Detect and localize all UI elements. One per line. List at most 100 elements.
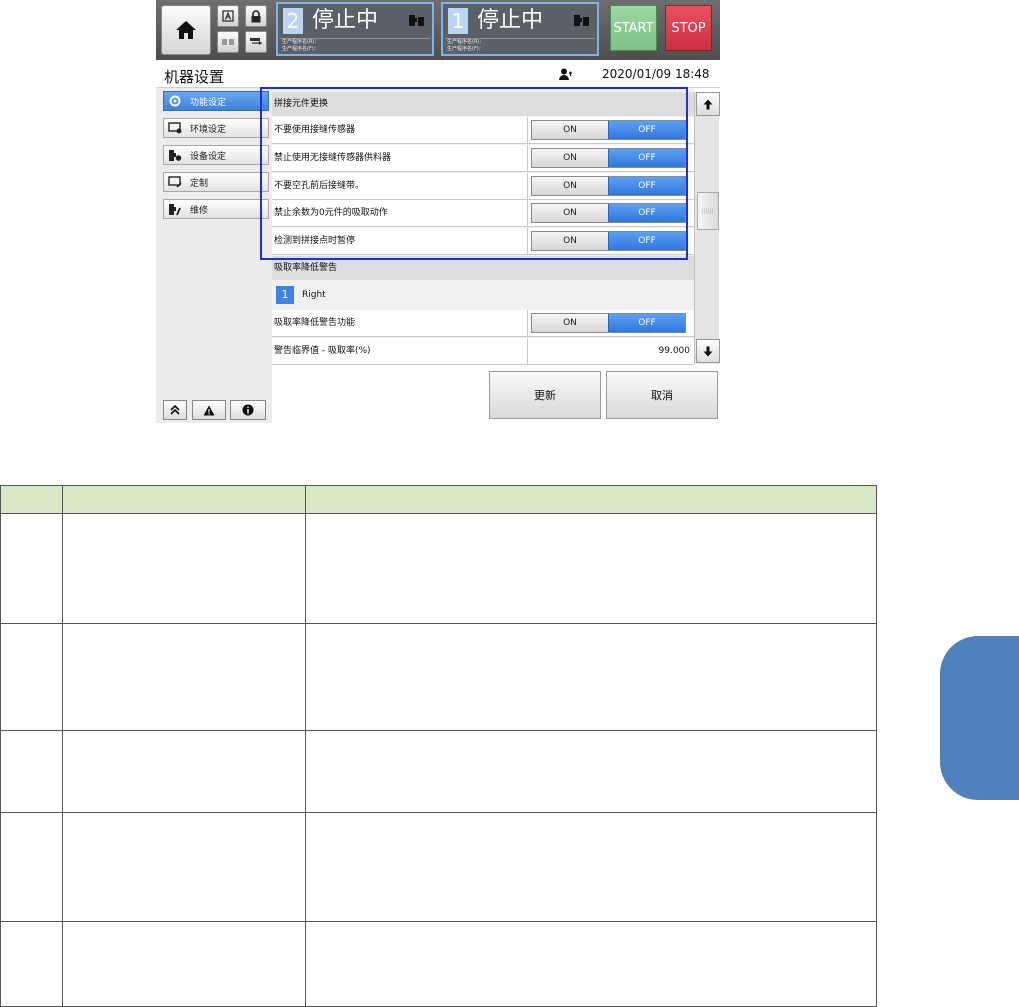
setting-row: 警告临界值 - 吸取率(%) 99.000: [272, 338, 694, 365]
on-off-toggle: ON OFF: [531, 203, 686, 223]
on-off-toggle: ON OFF: [531, 313, 686, 333]
on-option[interactable]: ON: [532, 232, 608, 250]
lane-program-info: 生产程序名(R)： 生产程序名(F)：: [445, 38, 595, 54]
collapse-button[interactable]: [163, 400, 187, 420]
on-option[interactable]: ON: [532, 314, 608, 332]
off-option[interactable]: OFF: [608, 177, 685, 195]
table-header-cell: [0, 485, 63, 514]
lane-number: 1: [448, 8, 468, 34]
on-option[interactable]: ON: [532, 121, 608, 139]
setting-row: 检测到拼接点时暂停 ON OFF: [272, 228, 694, 255]
lane-name: Right: [302, 290, 326, 300]
on-off-toggle: ON OFF: [531, 176, 686, 196]
operator-button[interactable]: [217, 31, 239, 53]
table-cell: [305, 623, 877, 731]
setting-control: ON OFF: [527, 117, 694, 143]
table-cell: [305, 513, 877, 624]
datetime: 2020/01/09 18:48: [602, 67, 710, 81]
setting-control: ON OFF: [527, 228, 694, 254]
warning-button[interactable]: [192, 400, 226, 420]
table-cell: [62, 812, 306, 922]
on-option[interactable]: ON: [532, 177, 608, 195]
off-option[interactable]: OFF: [608, 149, 685, 167]
machine-wrench-icon: [169, 203, 181, 215]
table-cell: [62, 513, 306, 624]
off-option[interactable]: OFF: [608, 121, 685, 139]
on-option[interactable]: ON: [532, 149, 608, 167]
off-option[interactable]: OFF: [608, 204, 685, 222]
top-bar: 2 停止中 生产程序名(R)： 生产程序名(F)： 1 停止中 生产程序名(R)…: [156, 0, 720, 60]
setting-label: 检测到拼接点时暂停: [274, 236, 356, 246]
scroll-up-button[interactable]: [696, 92, 720, 116]
table-row: [0, 812, 877, 922]
update-button[interactable]: 更新: [489, 371, 601, 419]
lock-button[interactable]: [245, 5, 267, 27]
threshold-value-field[interactable]: 99.000: [527, 338, 694, 364]
scroll-thumb[interactable]: [697, 192, 719, 230]
sidebar-item-label: 设备设定: [190, 151, 227, 162]
setting-control: ON OFF: [527, 200, 694, 226]
setting-row: 不要使用接缝传感器 ON OFF: [272, 117, 694, 144]
setting-row: 吸取率降低警告功能 ON OFF: [272, 310, 694, 337]
setting-label: 禁止使用无接缝传感器供料器: [274, 153, 392, 163]
info-icon: [242, 404, 254, 416]
transfer-icon: [250, 38, 263, 45]
lane-number: 2: [283, 8, 303, 34]
chapter-side-tab: [940, 636, 1019, 800]
cancel-button[interactable]: 取消: [606, 371, 718, 419]
off-option[interactable]: OFF: [608, 232, 685, 250]
info-button[interactable]: [230, 400, 266, 420]
program-rear-label: 生产程序名(R)：: [447, 39, 485, 45]
grip-icon: [702, 208, 714, 214]
setting-label: 禁止余数为0元件的吸取动作: [274, 208, 388, 218]
operator-icon: [222, 39, 234, 45]
lane-1-status-panel[interactable]: 1 停止中 生产程序名(R)： 生产程序名(F)：: [441, 2, 599, 56]
on-off-toggle: ON OFF: [531, 120, 686, 140]
description-table: [0, 485, 877, 1007]
sidebar-item-function-settings[interactable]: 功能设定: [163, 91, 269, 111]
table-cell: [62, 921, 306, 1007]
auto-mode-button[interactable]: [217, 5, 239, 27]
threshold-value: 99.000: [658, 346, 691, 356]
sidebar-item-maintenance[interactable]: 维修: [163, 199, 269, 219]
sidebar-item-label: 功能设定: [190, 97, 227, 108]
lane-selector[interactable]: 1 Right: [272, 281, 694, 309]
lane-status: 停止中: [312, 8, 379, 33]
program-front-label: 生产程序名(F)：: [447, 46, 484, 52]
off-option[interactable]: OFF: [608, 314, 685, 332]
home-button[interactable]: [161, 5, 211, 55]
transfer-button[interactable]: [245, 31, 267, 53]
gear-icon: [169, 95, 181, 107]
sidebar-item-label: 维修: [190, 205, 209, 216]
machine-pcb-icon: [574, 15, 589, 26]
arrow-down-icon: [703, 346, 713, 356]
double-chevron-up-icon: [170, 405, 180, 415]
table-cell: [0, 730, 63, 813]
sidebar-item-label: 定制: [190, 178, 209, 189]
on-option[interactable]: ON: [532, 204, 608, 222]
setting-label: 吸取率降低警告功能: [274, 318, 356, 328]
table-cell: [0, 921, 63, 1007]
arrow-up-icon: [703, 99, 713, 109]
monitor-gear-icon: [168, 122, 182, 134]
machine-settings-screen: 2 停止中 生产程序名(R)： 生产程序名(F)： 1 停止中 生产程序名(R)…: [156, 0, 720, 423]
sidebar-item-environment-settings[interactable]: 环境设定: [163, 118, 269, 138]
table-row: [0, 730, 877, 813]
setting-row: 禁止使用无接缝传感器供料器 ON OFF: [272, 145, 694, 172]
user-icon: [559, 68, 572, 80]
table-cell: [305, 812, 877, 922]
lane-2-status-panel[interactable]: 2 停止中 生产程序名(R)： 生产程序名(F)：: [276, 2, 434, 56]
home-icon: [176, 21, 196, 39]
table-cell: [0, 513, 63, 624]
start-button[interactable]: START: [610, 5, 657, 51]
sidebar-item-customize[interactable]: 定制: [163, 172, 269, 192]
scroll-down-button[interactable]: [696, 339, 720, 363]
sidebar-item-device-settings[interactable]: 设备设定: [163, 145, 269, 165]
lane-status: 停止中: [477, 8, 544, 33]
table-cell: [62, 623, 306, 731]
stop-button[interactable]: STOP: [665, 5, 712, 51]
lock-icon: [251, 9, 261, 22]
setting-label: 警告临界值 - 吸取率(%): [274, 346, 371, 356]
table-row: [0, 921, 877, 1007]
scrollbar[interactable]: [694, 92, 720, 364]
